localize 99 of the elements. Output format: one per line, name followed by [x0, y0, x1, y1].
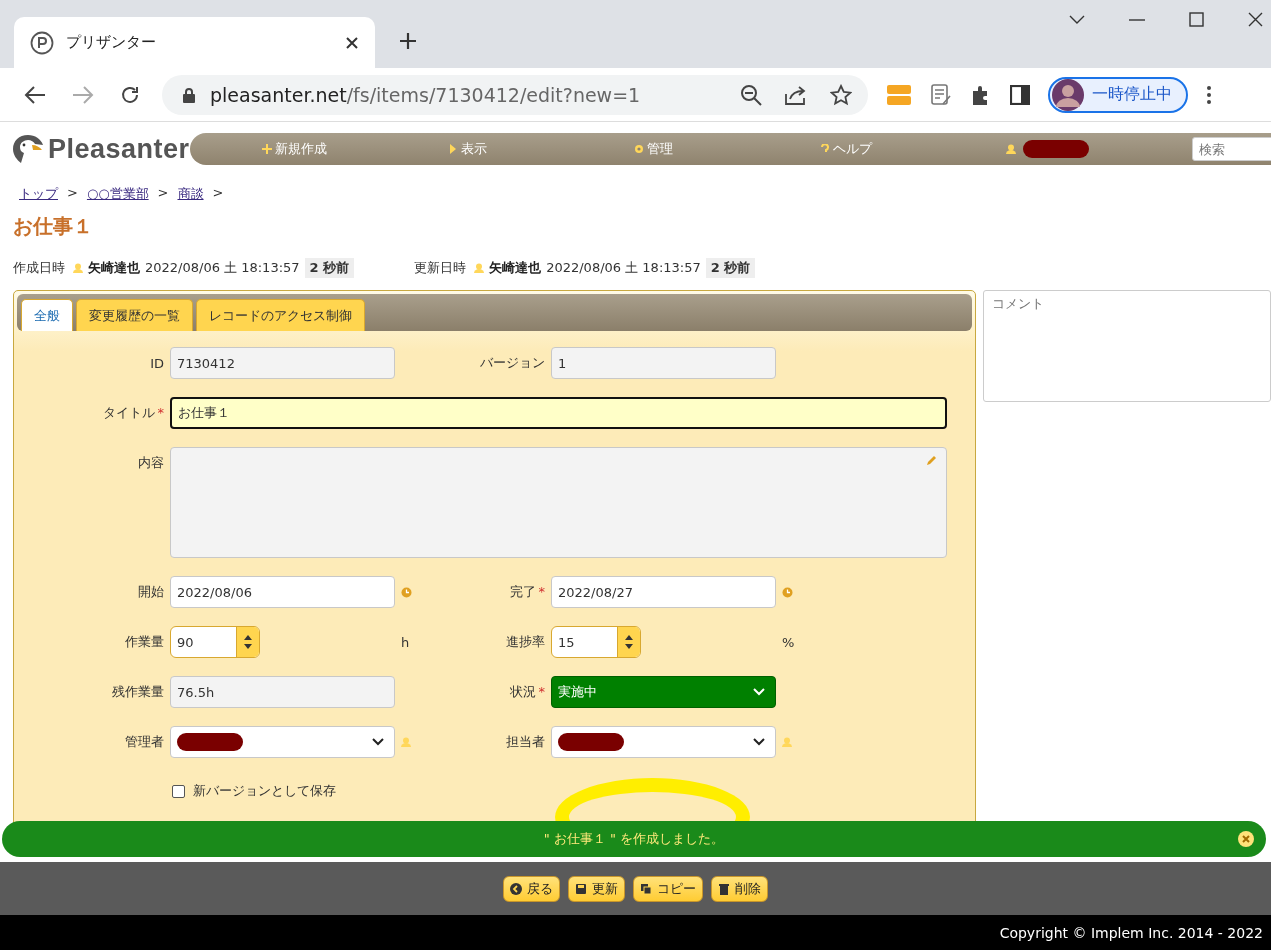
share-icon[interactable] [784, 83, 808, 106]
floppy-icon [575, 882, 587, 895]
number-field[interactable]: 15 [551, 626, 641, 658]
zoom-out-icon[interactable] [740, 83, 762, 106]
user-name[interactable]: 矢崎達也 [88, 259, 140, 277]
chevron-down-icon [372, 738, 384, 746]
question-icon [819, 144, 830, 154]
field-label: 開始 [137, 583, 164, 601]
time-ago-badge: 2 秒前 [705, 258, 756, 278]
page-title: お仕事１ [12, 213, 94, 240]
gear-icon [633, 144, 644, 154]
field-label: バージョン [479, 354, 545, 372]
field-label: 完了 * [508, 583, 545, 601]
address-bar[interactable]: pleasanter.net/fs/items/7130412/edit?new=1 [162, 74, 868, 115]
date-field[interactable]: 2022/08/06 [170, 576, 395, 608]
chevron-down-icon[interactable] [1069, 14, 1085, 25]
redaction-mark [1022, 140, 1089, 158]
message-text: " お仕事１ " を作成しました。 [543, 830, 725, 848]
copyright-text: Copyright © Implem Inc. 2014 - 2022 [999, 924, 1263, 941]
triangle-icon [447, 144, 458, 154]
up-arrow-icon [625, 635, 633, 640]
breadcrumb-separator: > [212, 185, 224, 202]
spinner-arrows[interactable] [617, 627, 640, 657]
field-label: 状況 * [508, 683, 545, 701]
parrot-logo-icon [10, 133, 44, 165]
kebab-menu-icon[interactable] [1206, 84, 1212, 105]
avatar-icon [1052, 78, 1084, 111]
trash-icon [718, 882, 730, 895]
breadcrumb-link[interactable]: トップ [19, 185, 58, 203]
user-icon [73, 263, 83, 273]
title-input[interactable]: お仕事１ [170, 397, 947, 429]
number-field[interactable]: 90 [170, 626, 260, 658]
tab[interactable]: 全般 [21, 299, 73, 331]
field-label: 担当者 [505, 733, 545, 751]
field-label: 管理者 [124, 733, 164, 751]
user-icon [474, 263, 485, 273]
close-icon[interactable] [1248, 12, 1263, 27]
date-field[interactable]: 2022/08/27 [551, 576, 776, 608]
logo-text: Pleasanter [48, 133, 190, 165]
sidebar-icon[interactable] [1010, 84, 1030, 105]
field-label: タイトル * [101, 404, 164, 422]
browser-tab[interactable]: プリザンター [14, 17, 375, 68]
user-icon [1005, 144, 1016, 154]
maximize-icon[interactable] [1189, 12, 1204, 27]
command-button[interactable]: 戻る [503, 875, 560, 902]
field-label: 作業量 [124, 633, 164, 651]
command-button[interactable]: 削除 [711, 875, 768, 902]
unit-label: h [401, 634, 410, 650]
user-select[interactable] [170, 726, 395, 758]
info-label: 更新日時 [414, 259, 467, 277]
breadcrumb-separator: > [157, 185, 169, 202]
info-label: 作成日時 [13, 259, 65, 277]
field-label: 残作業量 [111, 683, 164, 701]
field-label: 内容 [137, 454, 164, 472]
unit-label: % [782, 634, 795, 650]
readonly-field: 1 [551, 347, 776, 379]
checkbox-label: 新バージョンとして保存 [193, 782, 336, 800]
search-field[interactable]: 検索 [1191, 137, 1271, 161]
datetime-text: 2022/08/06 土 18:13:57 [145, 259, 300, 277]
up-arrow-icon [244, 635, 252, 640]
readonly-field: 76.5h [170, 676, 395, 708]
profile-button[interactable]: 一時停止中 [1048, 76, 1188, 113]
command-button[interactable]: コピー [633, 875, 703, 902]
back-icon[interactable] [24, 84, 46, 105]
new-tab-icon[interactable] [399, 32, 417, 50]
lock-icon [182, 86, 196, 103]
redaction-mark [177, 733, 243, 751]
user-select[interactable] [551, 726, 776, 758]
close-icon[interactable] [345, 35, 359, 50]
breadcrumb-link[interactable]: ○○営業部 [86, 185, 149, 203]
chevron-down-icon [753, 738, 765, 746]
redaction-mark [558, 733, 624, 751]
spinner-arrows[interactable] [236, 627, 259, 657]
back-circle-icon [510, 882, 522, 895]
checkbox[interactable] [172, 784, 185, 798]
breadcrumb-link[interactable]: 商談 [177, 185, 204, 203]
p-logo-icon [30, 30, 54, 55]
datetime-text: 2022/08/06 土 18:13:57 [546, 259, 701, 277]
down-arrow-icon [244, 644, 252, 649]
field-label: 進捗率 [505, 633, 545, 651]
breadcrumb-separator: > [67, 185, 78, 202]
url-text: pleasanter.net/fs/items/7130412/edit?new=1 [210, 83, 642, 106]
star-icon[interactable] [830, 83, 852, 106]
comment-field[interactable]: コメント [982, 290, 1271, 402]
down-arrow-icon [625, 644, 633, 649]
plus-icon [261, 144, 272, 154]
tab[interactable]: 変更履歴の一覧 [76, 299, 193, 331]
tab[interactable]: レコードのアクセス制御 [196, 299, 365, 331]
command-button[interactable]: 更新 [568, 875, 625, 902]
status-select[interactable]: 実施中 [551, 676, 776, 708]
minimize-icon[interactable] [1129, 18, 1145, 21]
reload-icon[interactable] [120, 84, 140, 105]
copy-icon [640, 882, 652, 895]
readonly-field: 7130412 [170, 347, 395, 379]
notepad-icon[interactable] [930, 82, 952, 107]
user-name[interactable]: 矢崎達也 [489, 259, 542, 277]
time-ago-badge: 2 秒前 [304, 258, 355, 278]
field-label: ID [149, 355, 164, 371]
chevron-down-icon [753, 688, 765, 696]
